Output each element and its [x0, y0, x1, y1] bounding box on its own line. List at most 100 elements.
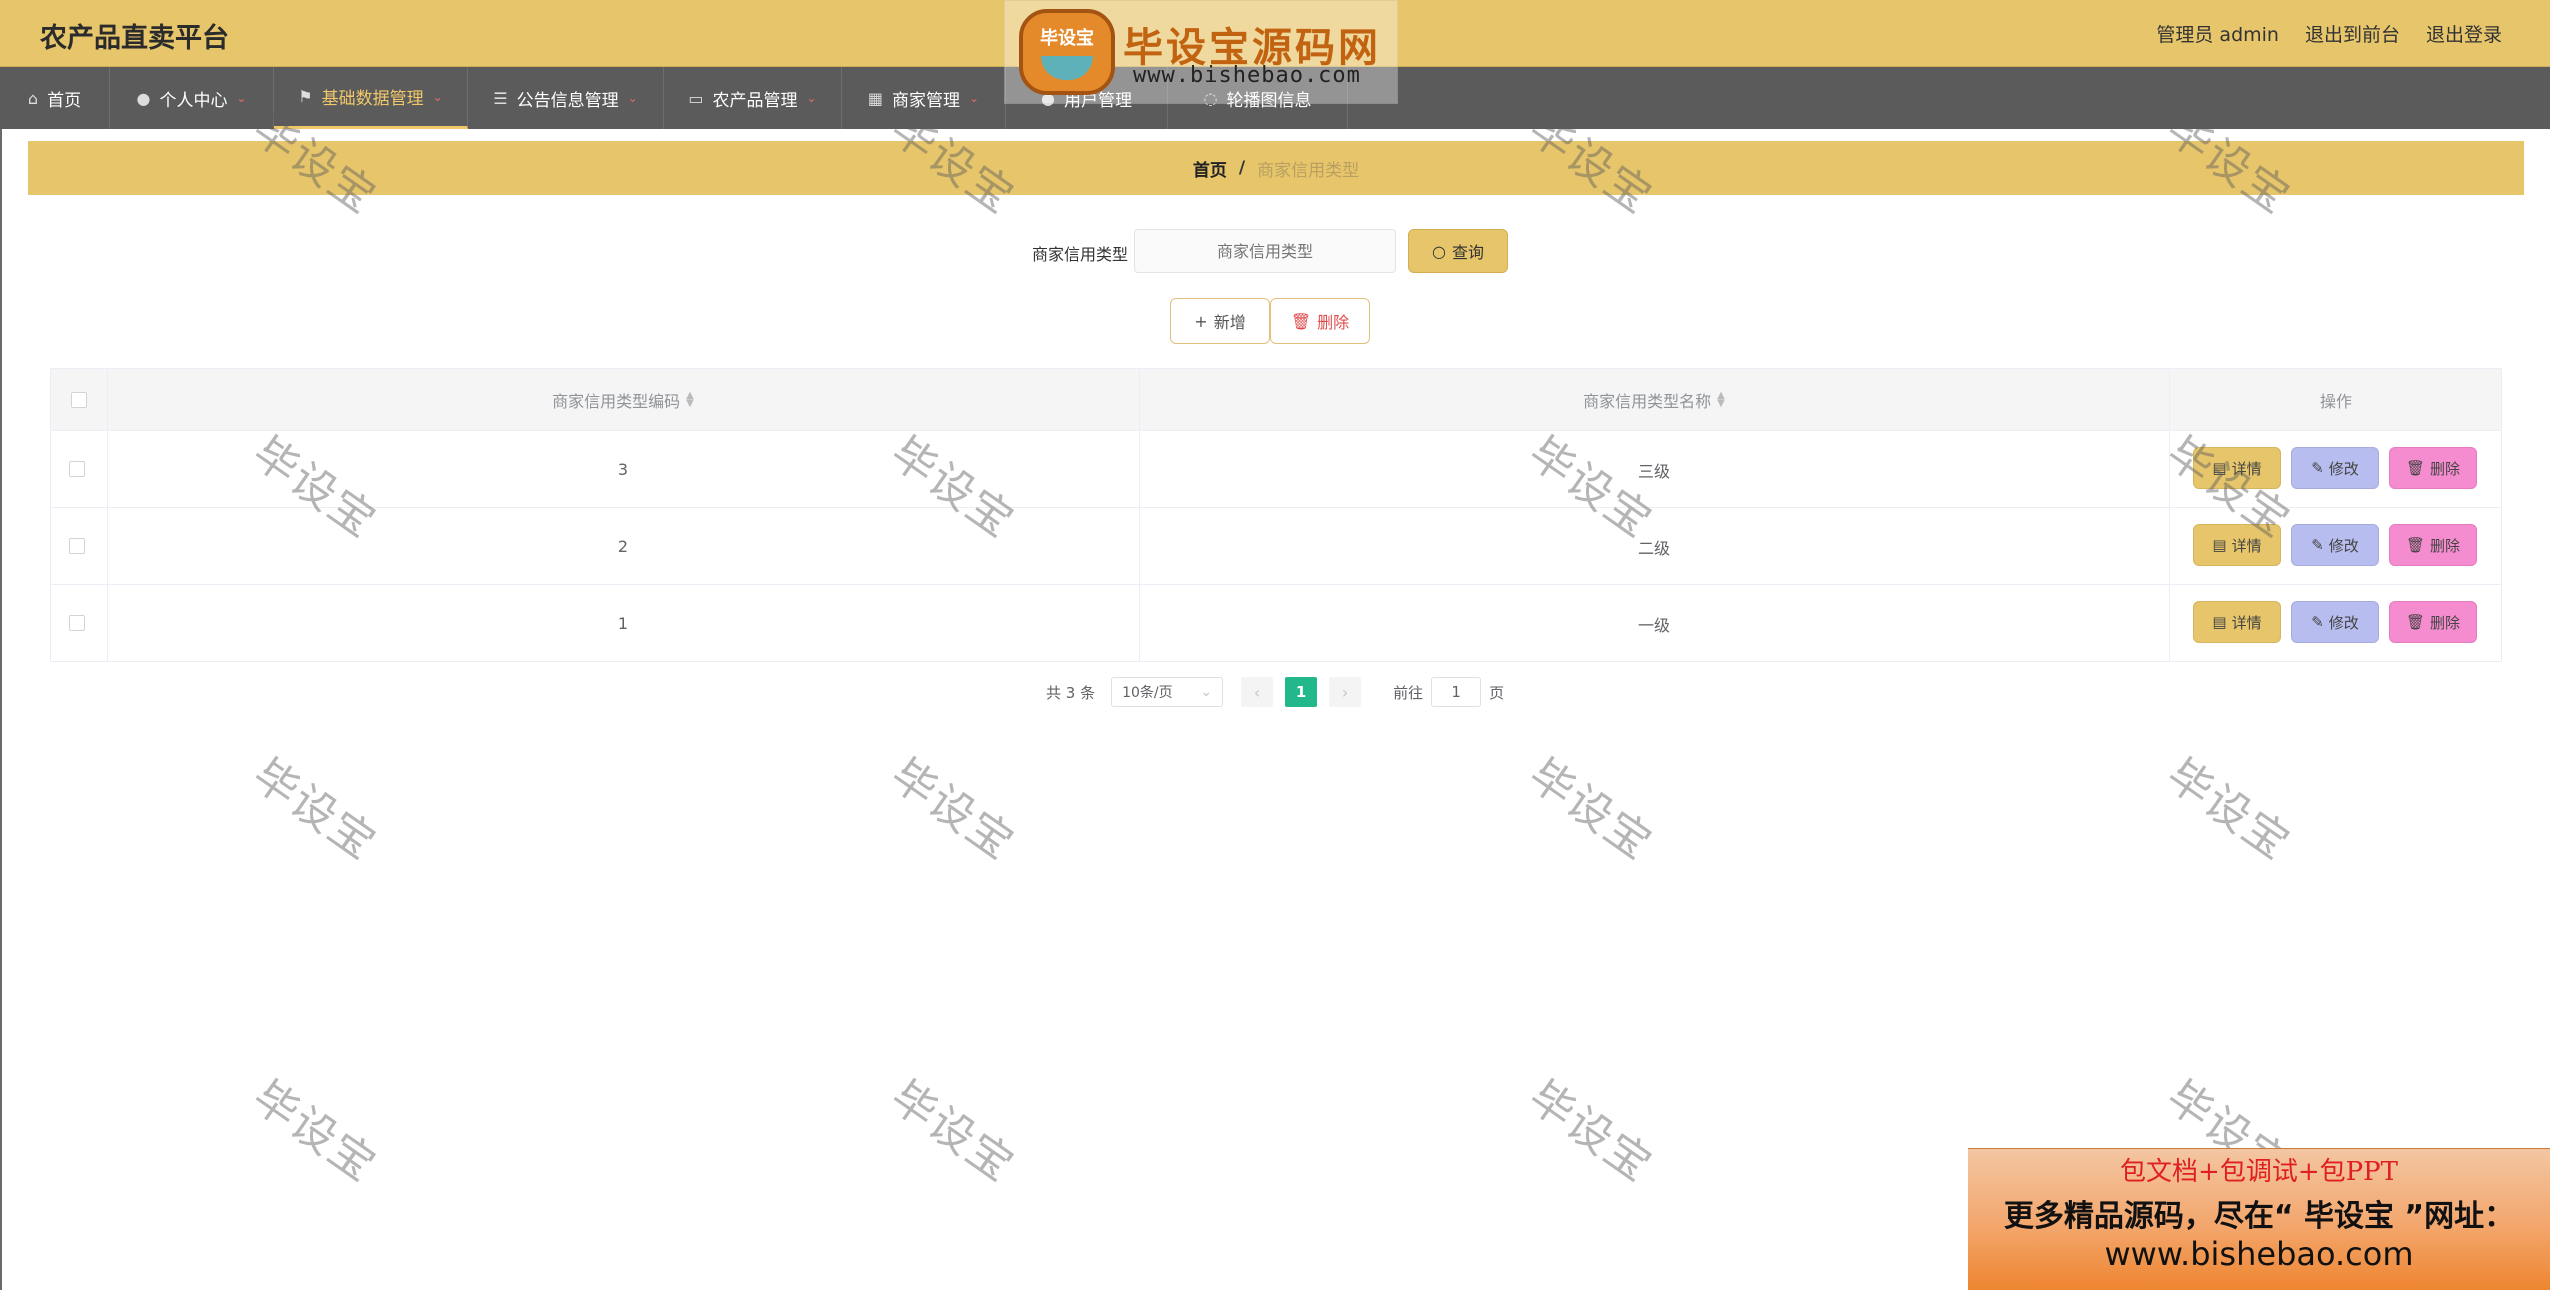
delete-label: 删除 — [2430, 459, 2461, 478]
page-size-select[interactable]: 10条/页 ⌄ — [1111, 677, 1224, 707]
cell-code: 1 — [617, 614, 629, 633]
row-checkbox[interactable] — [69, 461, 85, 477]
query-button[interactable]: ○ 查询 — [1408, 229, 1508, 273]
home-icon: ⌂ — [27, 88, 39, 108]
add-button[interactable]: + 新增 — [1170, 298, 1270, 344]
pencil-icon: ✎ — [2311, 613, 2324, 631]
nav-label: 首页 — [47, 90, 82, 111]
nav-label: 个人中心 — [159, 90, 228, 111]
promo-url[interactable]: www.bishebao.com — [1968, 1235, 2550, 1273]
cell-name: 二级 — [1637, 538, 1670, 558]
credit-type-search-input[interactable] — [1134, 229, 1396, 273]
search-icon: ○ — [1432, 241, 1446, 261]
pagination-total: 共 3 条 — [1046, 683, 1096, 702]
pencil-icon: ✎ — [2311, 459, 2324, 477]
nav-item-notice[interactable]: ☰ 公告信息管理 ⌄ — [468, 67, 664, 129]
column-header-code[interactable]: 商家信用类型编码 ▲ ▼ — [107, 369, 1139, 431]
watermark-text: 毕设宝 — [1519, 749, 1662, 871]
chevron-down-icon: ⌄ — [627, 91, 638, 105]
delete-label: 删除 — [2430, 536, 2461, 555]
site-logo-overlay: 毕设宝 毕设宝源码网 www.bishebao.com — [1004, 0, 1398, 104]
page-number-current[interactable]: 1 — [1285, 677, 1318, 707]
trash-icon: 🗑 — [2405, 613, 2426, 631]
promo-line-2: 更多精品源码，尽在“ 毕设宝 ”网址： — [2003, 1199, 2515, 1234]
table-row: 2 二级 ▤ 详情 ✎ 修改 🗑 删除 — [51, 508, 2501, 585]
column-header-actions: 操作 — [2169, 369, 2503, 431]
promo-line-1: 包文档+包调试+包PPT — [2120, 1157, 2398, 1187]
chevron-down-icon: ⌄ — [969, 91, 980, 105]
sort-icon[interactable]: ▲ ▼ — [1717, 391, 1725, 409]
breadcrumb-home[interactable]: 首页 — [1193, 156, 1227, 181]
page-suffix: 页 — [1489, 683, 1505, 702]
detail-button[interactable]: ▤ 详情 — [2193, 524, 2281, 566]
watermark-text: 毕设宝 — [1519, 1071, 1662, 1193]
back-to-front-link[interactable]: 退出到前台 — [2305, 20, 2400, 47]
chevron-down-icon: ⌄ — [1200, 684, 1213, 700]
cell-name: 一级 — [1637, 615, 1670, 635]
detail-label: 详情 — [2231, 536, 2262, 555]
watermark-text: 毕设宝 — [243, 1071, 386, 1193]
page-size-value: 10条/页 — [1122, 685, 1173, 701]
breadcrumb-current: 商家信用类型 — [1257, 160, 1360, 181]
breadcrumb: 首页 / 商家信用类型 — [28, 141, 2524, 195]
column-header-name[interactable]: 商家信用类型名称 ▲ ▼ — [1139, 369, 2169, 431]
pencil-icon: ✎ — [2311, 536, 2324, 554]
cell-code: 3 — [617, 460, 629, 479]
row-checkbox[interactable] — [69, 538, 85, 554]
add-button-label: 新增 — [1213, 313, 1246, 332]
user-icon: ● — [136, 88, 151, 108]
logout-link[interactable]: 退出登录 — [2426, 20, 2502, 47]
nav-label: 公告信息管理 — [516, 90, 619, 111]
document-icon: ▤ — [2212, 459, 2227, 477]
admin-user-label: 管理员 admin — [2156, 24, 2279, 46]
delete-row-button[interactable]: 🗑 删除 — [2389, 447, 2477, 489]
delete-label: 删除 — [2430, 613, 2461, 632]
mascot-logo-icon: 毕设宝 — [1019, 9, 1115, 95]
search-label: 商家信用类型 — [1032, 245, 1129, 264]
app-title: 农产品直卖平台 — [40, 23, 229, 54]
cell-name: 三级 — [1637, 461, 1670, 481]
watermark-text: 毕设宝 — [881, 749, 1024, 871]
goto-page-input[interactable]: 1 — [1431, 677, 1482, 707]
column-header-label: 商家信用类型名称 — [1583, 392, 1712, 411]
sliders-icon: ☰ — [493, 88, 508, 108]
delete-row-button[interactable]: 🗑 删除 — [2389, 524, 2477, 566]
nav-label: 商家管理 — [892, 90, 961, 111]
table-row: 1 一级 ▤ 详情 ✎ 修改 🗑 删除 — [51, 585, 2501, 662]
detail-button[interactable]: ▤ 详情 — [2193, 601, 2281, 643]
row-checkbox[interactable] — [69, 615, 85, 631]
prev-page-button[interactable]: ‹ — [1241, 677, 1274, 707]
detail-button[interactable]: ▤ 详情 — [2193, 447, 2281, 489]
plus-icon: + — [1194, 311, 1208, 331]
sort-icon[interactable]: ▲ ▼ — [686, 391, 694, 409]
edit-button[interactable]: ✎ 修改 — [2291, 524, 2379, 566]
detail-label: 详情 — [2231, 459, 2262, 478]
batch-delete-button[interactable]: 🗑 删除 — [1270, 298, 1370, 344]
chevron-down-icon: ⌄ — [236, 91, 247, 105]
detail-label: 详情 — [2231, 613, 2262, 632]
nav-item-basic-data[interactable]: ⚑ 基础数据管理 ⌄ — [274, 67, 468, 129]
grid-icon: ▦ — [867, 88, 884, 108]
pagination: 共 3 条 10条/页 ⌄ ‹ 1 › 前往 1 页 — [1046, 676, 1504, 708]
chevron-right-icon: › — [1341, 682, 1349, 702]
chevron-down-icon: ⌄ — [806, 91, 817, 105]
edit-button[interactable]: ✎ 修改 — [2291, 601, 2379, 643]
select-all-checkbox[interactable] — [71, 392, 87, 408]
chevron-down-icon: ⌄ — [432, 89, 443, 104]
delete-row-button[interactable]: 🗑 删除 — [2389, 601, 2477, 643]
document-icon: ▤ — [2212, 613, 2227, 631]
column-header-label: 商家信用类型编码 — [552, 392, 681, 411]
nav-item-merchants[interactable]: ▦ 商家管理 ⌄ — [842, 67, 1006, 129]
cell-code: 2 — [617, 537, 629, 556]
top-right-links: 管理员 admin 退出到前台 退出登录 — [2156, 20, 2502, 47]
goto-label: 前往 — [1393, 683, 1424, 702]
breadcrumb-separator: / — [1238, 158, 1246, 178]
nav-item-personal[interactable]: ● 个人中心 ⌄ — [110, 67, 274, 129]
nav-item-home[interactable]: ⌂ 首页 — [0, 67, 110, 129]
edit-label: 修改 — [2328, 536, 2359, 555]
bowl-shape — [1041, 56, 1093, 80]
credit-type-table: 商家信用类型编码 ▲ ▼ 商家信用类型名称 ▲ ▼ 操作 3 三级 ▤ 详情 ✎ 修改 … — [50, 368, 2502, 662]
edit-button[interactable]: ✎ 修改 — [2291, 447, 2379, 489]
next-page-button[interactable]: › — [1329, 677, 1362, 707]
nav-item-products[interactable]: ▭ 农产品管理 ⌄ — [664, 67, 842, 129]
